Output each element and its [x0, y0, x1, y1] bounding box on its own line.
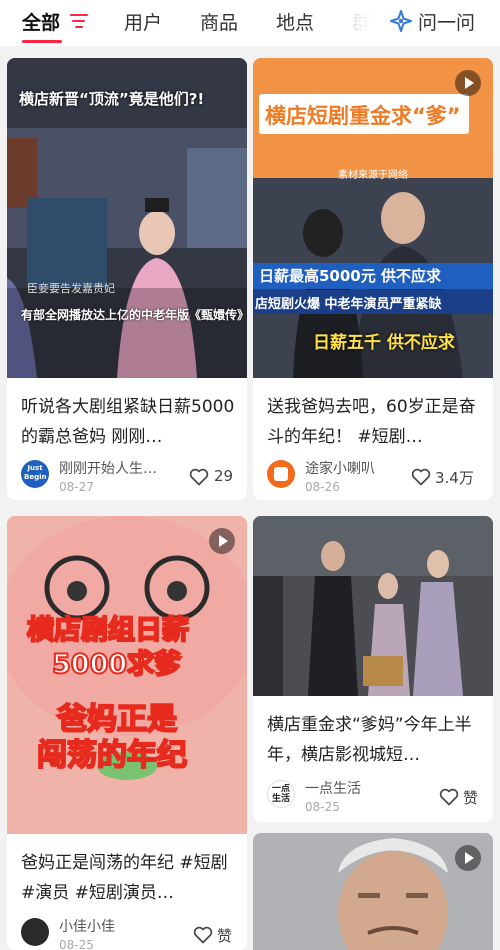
post-date: 08-26	[305, 480, 340, 494]
author-avatar[interactable]	[267, 460, 295, 488]
like-count: 赞	[463, 789, 479, 807]
thumbnail-headline: 横店新晋“顶流”竟是他们?!	[19, 90, 205, 108]
author-avatar[interactable]	[21, 918, 49, 946]
video-thumbnail[interactable]: 横店剧组日薪 5000求爹 爸妈正是 闯荡的年纪	[7, 516, 247, 834]
active-tab-indicator	[22, 40, 62, 43]
play-icon	[455, 70, 481, 96]
play-icon	[209, 528, 235, 554]
note-title[interactable]: 送我爸妈去吧，60岁正是奋斗的年纪！ #短剧…	[267, 392, 483, 452]
author-avatar[interactable]: 一点生活	[267, 780, 295, 808]
video-thumbnail[interactable]	[253, 516, 493, 696]
like-heart-icon[interactable]	[193, 926, 213, 944]
like-heart-icon[interactable]	[189, 468, 209, 486]
note-card[interactable]	[253, 833, 493, 950]
like-count: 29	[214, 467, 234, 485]
note-title[interactable]: 爸妈正是闯荡的年纪 #短剧 #演员 #短剧演员…	[21, 848, 237, 908]
costume-drama-scene-image	[253, 516, 493, 696]
video-thumbnail[interactable]: 横店短剧重金求“爹” 素材来源于网络 日薪最高5000元 供不应求 店短剧火爆 …	[253, 58, 493, 378]
thumbnail-headline: 闯荡的年纪	[36, 737, 188, 774]
post-date: 08-27	[59, 480, 94, 494]
post-date: 08-25	[59, 938, 94, 950]
play-icon	[455, 845, 481, 871]
video-thumbnail[interactable]	[253, 833, 493, 950]
author-name[interactable]: 途家小喇叭	[305, 458, 425, 478]
ask-sparkle-icon[interactable]	[390, 10, 412, 32]
note-card[interactable]: 横店剧组日薪 5000求爹 爸妈正是 闯荡的年纪 爸妈正是闯荡的年纪 #短剧 #…	[7, 516, 247, 950]
note-title[interactable]: 横店重金求“爹妈”今年上半年，横店影视城短…	[267, 710, 483, 770]
tab-products[interactable]: 商品	[200, 8, 238, 35]
tab-users[interactable]: 用户	[124, 8, 162, 35]
video-thumbnail[interactable]: 横店新晋“顶流”竟是他们?! 臣妾要告发嘉贵妃 有部全网播放达上亿的中老年版《甄…	[7, 58, 247, 378]
thumbnail-subtitle: 臣妾要告发嘉贵妃	[27, 282, 115, 295]
author-name[interactable]: 刚刚开始人生…	[59, 458, 179, 478]
thumbnail-line: 日薪五千 供不应求	[313, 333, 455, 353]
author-name[interactable]: 一点生活	[305, 778, 425, 798]
author-name[interactable]: 小佳小佳	[59, 916, 179, 936]
author-avatar[interactable]: Just Begin	[21, 460, 49, 488]
search-tabs-bar: 全部 用户 商品 地点 群 问一问	[0, 0, 500, 46]
like-count: 赞	[217, 927, 233, 945]
thumbnail-caption: 有部全网播放达上亿的中老年版《甄嬛传》	[21, 308, 247, 322]
tabs-fade	[330, 0, 390, 46]
like-count: 3.4万	[435, 469, 474, 487]
post-date: 08-25	[305, 800, 340, 814]
like-heart-icon[interactable]	[439, 788, 459, 806]
note-card[interactable]: 横店新晋“顶流”竟是他们?! 臣妾要告发嘉贵妃 有部全网播放达上亿的中老年版《甄…	[7, 58, 247, 500]
note-card[interactable]: 横店重金求“爹妈”今年上半年，横店影视城短… 一点生活 一点生活 08-25 赞	[253, 516, 493, 822]
thumbnail-source: 素材来源于网络	[338, 170, 408, 181]
note-title[interactable]: 听说各大剧组紧缺日薪5000的霸总爸妈 刚刚…	[21, 392, 237, 452]
note-card[interactable]: 横店短剧重金求“爹” 素材来源于网络 日薪最高5000元 供不应求 店短剧火爆 …	[253, 58, 493, 500]
thumbnail-line: 日薪最高5000元 供不应求	[259, 267, 441, 285]
tab-all[interactable]: 全部	[22, 8, 60, 35]
filter-icon[interactable]	[70, 14, 88, 30]
like-heart-icon[interactable]	[411, 468, 431, 486]
thumbnail-headline: 5000求爹	[51, 648, 182, 681]
tab-places[interactable]: 地点	[276, 8, 314, 35]
thumbnail-banner: 横店短剧重金求“爹”	[265, 104, 461, 128]
ask-button-label[interactable]: 问一问	[418, 8, 475, 35]
thumbnail-line: 店短剧火爆 中老年演员严重紧缺	[255, 297, 442, 312]
